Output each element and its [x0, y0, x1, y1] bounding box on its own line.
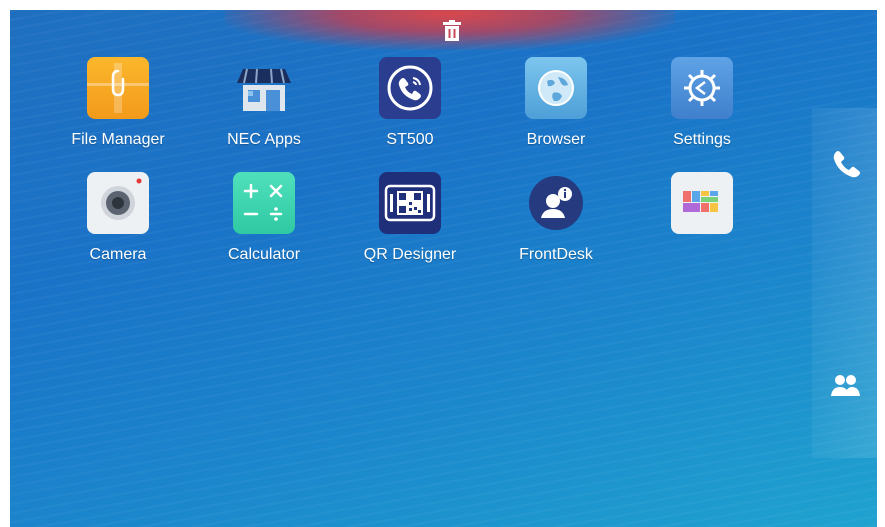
- app-settings[interactable]: Settings: [642, 57, 762, 149]
- store-icon: [233, 57, 295, 119]
- globe-icon: [525, 57, 587, 119]
- app-browser[interactable]: Browser: [496, 57, 616, 149]
- app-label: FrontDesk: [519, 246, 593, 263]
- app-st500[interactable]: ST500: [350, 57, 470, 149]
- file-manager-icon: [87, 57, 149, 119]
- side-bar: [812, 108, 877, 458]
- app-frontdesk[interactable]: FrontDesk: [496, 172, 616, 264]
- camera-icon: [87, 172, 149, 234]
- app-label: Settings: [673, 131, 731, 148]
- calculator-icon: [233, 172, 295, 234]
- qr-code-icon: [379, 172, 441, 234]
- app-label: QR Designer: [363, 246, 457, 263]
- app-label: Calculator: [227, 246, 301, 263]
- app-camera[interactable]: Camera: [58, 172, 178, 264]
- trash-icon[interactable]: [442, 20, 462, 42]
- contacts-icon[interactable]: [830, 370, 860, 400]
- frontdesk-icon: [525, 172, 587, 234]
- app-grid-icon: [671, 172, 733, 234]
- app-label: ST500: [386, 131, 434, 148]
- app-qr-designer[interactable]: QR Designer: [350, 172, 470, 264]
- phone-circle-icon: [379, 57, 441, 119]
- app-grid-item[interactable]: [642, 172, 762, 246]
- home-screen: File Manager NEC Apps ST500 Browser Sett…: [10, 10, 877, 527]
- phone-icon[interactable]: [830, 148, 860, 178]
- app-nec-apps[interactable]: NEC Apps: [204, 57, 324, 149]
- app-calculator[interactable]: Calculator: [204, 172, 324, 264]
- app-label: Browser: [526, 131, 586, 148]
- app-label: Camera: [89, 246, 147, 263]
- gear-icon: [671, 57, 733, 119]
- app-label: File Manager: [71, 131, 165, 148]
- app-label: NEC Apps: [227, 131, 301, 148]
- app-file-manager[interactable]: File Manager: [58, 57, 178, 149]
